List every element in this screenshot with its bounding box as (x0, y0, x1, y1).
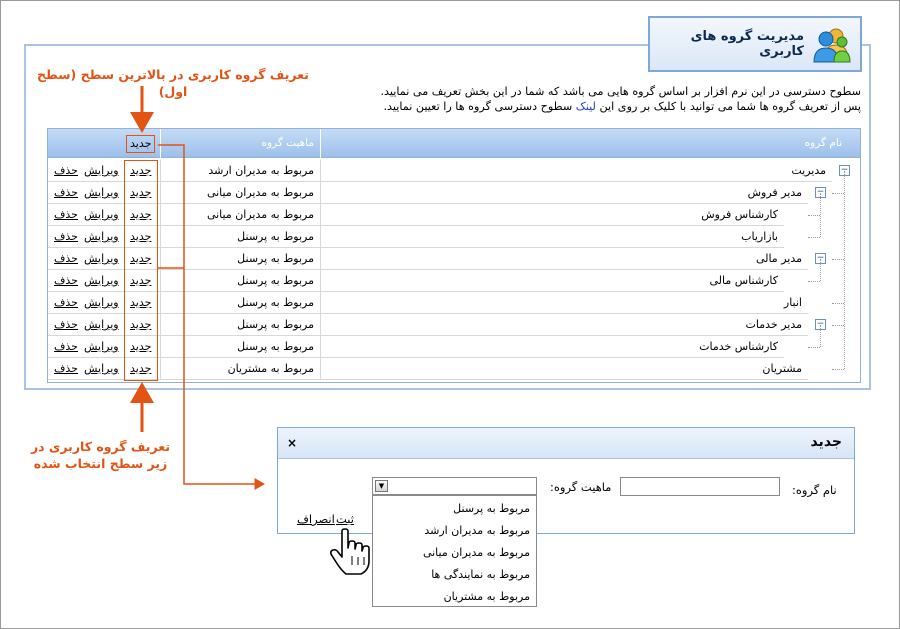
dropdown-option[interactable]: مربوط به مدیران ارشد (373, 520, 536, 542)
group-name-input[interactable] (620, 477, 780, 496)
dropdown-option[interactable]: مربوط به مدیران میانی (373, 542, 536, 564)
dropdown-option[interactable]: مربوط به مشتریان (373, 586, 536, 608)
group-nature-label: ماهیت گروه: (550, 480, 612, 494)
dropdown-arrow-icon[interactable]: ▼ (375, 480, 388, 492)
group-nature-options: مربوط به پرسنل مربوط به مدیران ارشد مربوط … (372, 495, 537, 607)
cancel-button[interactable]: انصراف (297, 512, 335, 526)
group-name-label: نام گروه: (792, 483, 837, 497)
connector-header-to-dialog (158, 144, 265, 490)
close-icon[interactable]: × (287, 436, 297, 450)
dialog-header: جدید × (278, 428, 854, 459)
save-button[interactable]: ثبت (336, 512, 354, 526)
hand-pointer-icon (329, 528, 370, 575)
dropdown-option[interactable]: مربوط به پرسنل (373, 498, 536, 520)
dialog-title: جدید (810, 434, 842, 450)
group-nature-select[interactable]: ▼ (372, 477, 537, 495)
dropdown-option[interactable]: مربوط به نمایندگی ها (373, 564, 536, 586)
